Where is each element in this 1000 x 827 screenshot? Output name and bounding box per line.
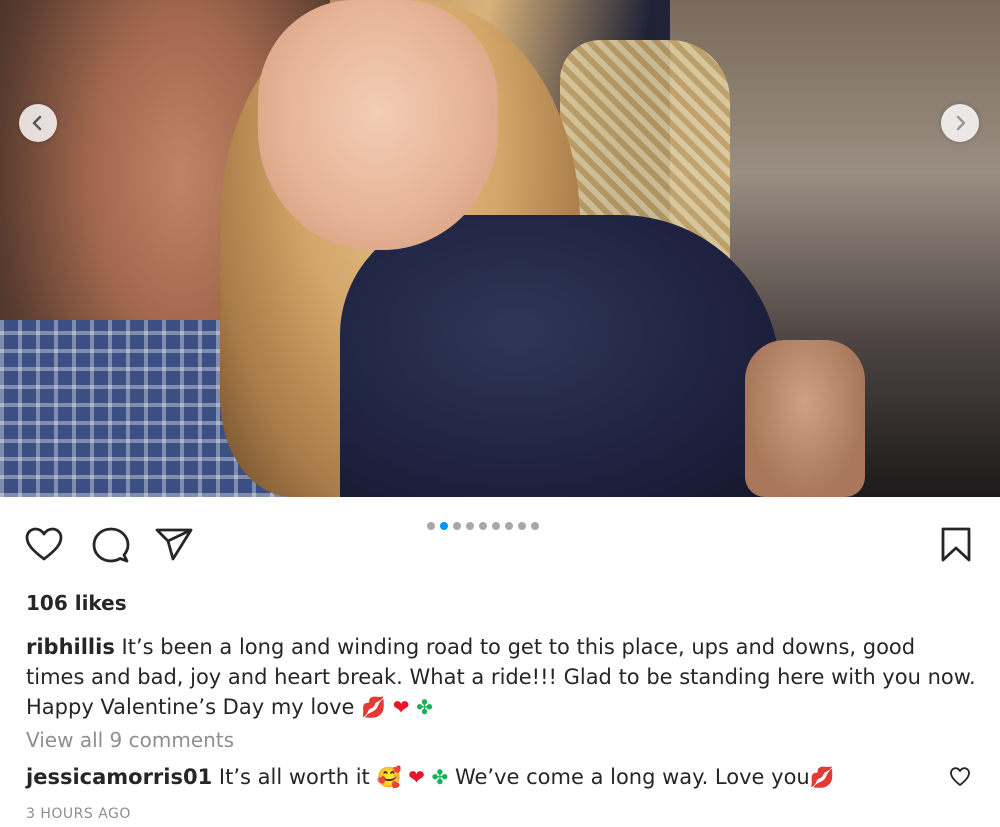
chevron-left-icon [32, 115, 42, 131]
carousel-dot [531, 522, 539, 530]
paper-plane-icon [155, 528, 193, 561]
heart-outline-icon [25, 527, 63, 561]
carousel-dot [427, 522, 435, 530]
post-caption: ribhillis It’s been a long and winding r… [26, 632, 976, 722]
post-photo[interactable] [0, 0, 1000, 497]
photo-hand [745, 340, 865, 497]
carousel-dot [453, 522, 461, 530]
carousel-dot [492, 522, 500, 530]
instagram-post: 106 likes ribhillis It’s been a long and… [0, 0, 1000, 827]
comment-like-button[interactable] [949, 766, 971, 788]
comment-username[interactable]: jessicamorris01 [26, 765, 212, 789]
comment-item: jessicamorris01 It’s all worth it 🥰 ❤ ✤ … [26, 762, 926, 792]
bookmark-icon [941, 527, 971, 562]
carousel-dot [505, 522, 513, 530]
photo-woman-sweater [340, 215, 780, 497]
caption-text: It’s been a long and winding road to get… [26, 635, 976, 719]
likes-count[interactable]: 106 likes [26, 591, 127, 615]
carousel-dot [479, 522, 487, 530]
heart-outline-icon [950, 767, 970, 786]
clover-emoji: ✤ [416, 695, 433, 719]
carousel-indicator [427, 521, 539, 531]
carousel-next-button[interactable] [941, 104, 979, 142]
speech-bubble-icon [92, 527, 130, 563]
lips-emoji: 💋 [809, 765, 835, 789]
share-button[interactable] [154, 526, 194, 564]
comment-button[interactable] [91, 526, 131, 564]
save-button[interactable] [936, 526, 976, 564]
view-all-comments-link[interactable]: View all 9 comments [26, 728, 234, 752]
caption-username[interactable]: ribhillis [26, 635, 115, 659]
carousel-prev-button[interactable] [19, 104, 57, 142]
clover-emoji: ✤ [431, 765, 449, 789]
carousel-dot [440, 522, 448, 530]
heart-emoji: ❤ [408, 765, 425, 789]
lips-emoji: 💋 [361, 695, 387, 719]
photo-woman-face [258, 0, 498, 250]
carousel-dot [466, 522, 474, 530]
post-timestamp: 3 HOURS AGO [26, 806, 131, 822]
chevron-right-icon [956, 115, 966, 131]
carousel-dot [518, 522, 526, 530]
heart-emoji: ❤ [392, 695, 410, 719]
comment-text-part1: It’s all worth it [218, 765, 370, 789]
like-button[interactable] [24, 526, 64, 564]
smiling-face-emoji: 🥰 [376, 765, 402, 789]
comment-text-part2: We’ve come a long way. Love you [454, 765, 810, 789]
